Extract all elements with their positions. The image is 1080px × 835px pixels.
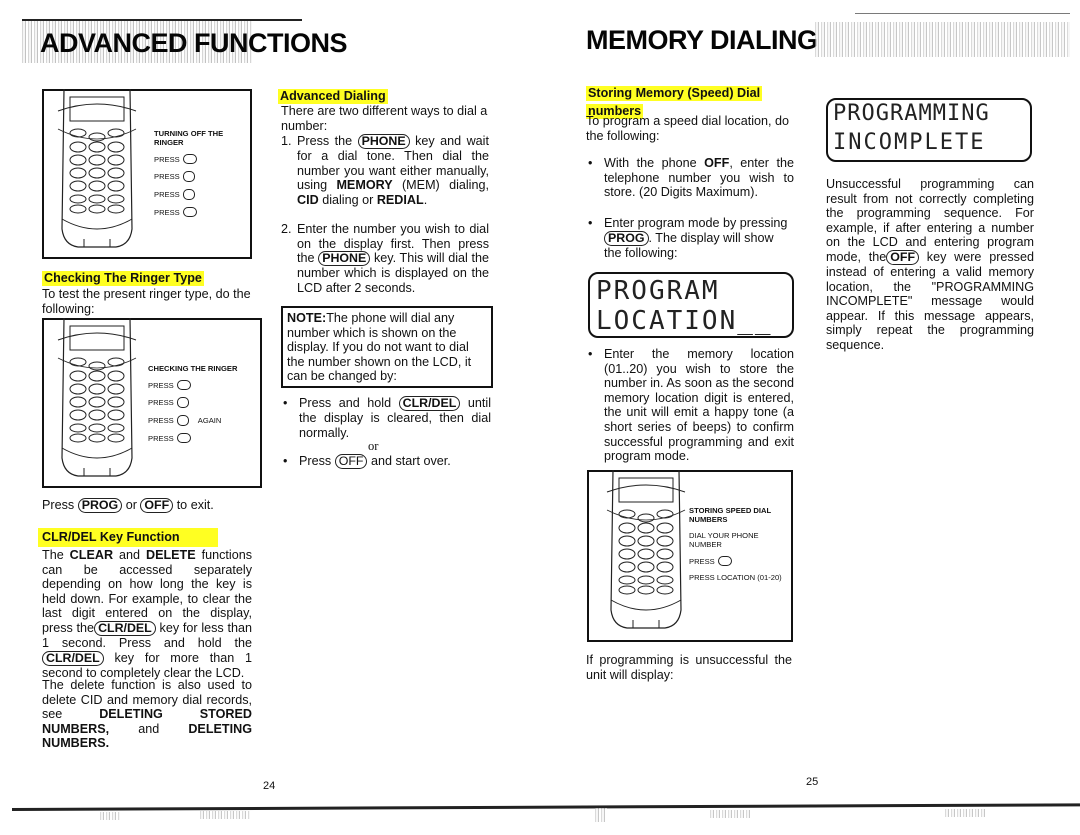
prog-key-icon <box>176 380 191 390</box>
advanced-dialing-item-1: 1. Press the PHONE key and wait for a di… <box>281 134 489 207</box>
cordless-phone-illustration <box>57 318 137 477</box>
phone-key-label: PHONE <box>318 251 371 267</box>
figure-checking-ringer: CHECKING THE RINGER PRESS PRESS PRESS AGA… <box>42 318 262 488</box>
bullet-icon: • <box>283 396 288 410</box>
off-key-icon <box>182 207 197 217</box>
advanced-dialing-intro: There are two different ways to dial a n… <box>281 104 488 133</box>
bullet-icon: • <box>588 156 593 170</box>
storing-step-enter-number: • With the phone OFF, enter the telephon… <box>588 156 794 200</box>
advanced-dialing-item-2: 2. Enter the number you wish to dial on … <box>281 222 489 295</box>
unsuccessful-intro: If programming is unsuccessful the unit … <box>586 653 792 682</box>
cordless-phone-illustration <box>57 89 137 248</box>
bullet-icon: • <box>588 347 593 361</box>
lcd-programming-incomplete: PROGRAMMING INCOMPLETE <box>826 98 1032 162</box>
section-heading-storing-memory: Storing Memory (Speed) Dial <box>586 86 763 101</box>
off-key-icon <box>176 433 191 443</box>
figure-storing-speed-dial: STORING SPEED DIAL NUMBERS DIAL YOUR PHO… <box>587 470 793 642</box>
clr-del-key-label: CLR/DEL <box>398 396 461 411</box>
footer-texture <box>595 808 607 822</box>
figure-step: PRESS <box>154 207 250 217</box>
note-label: NOTE: <box>287 311 327 325</box>
option-clear-display: • Press and hold CLR/DEL until the displ… <box>283 396 491 440</box>
header-texture-right <box>815 22 1070 57</box>
header-rule <box>22 19 302 21</box>
footer-texture <box>200 811 250 819</box>
page-number-left: 24 <box>263 780 276 792</box>
clr-del-key-label: CLR/DEL <box>42 650 104 666</box>
cordless-phone-illustration <box>606 470 686 629</box>
section-heading-advanced-dialing: Advanced Dialing <box>278 89 388 104</box>
bullet-icon: • <box>588 216 593 230</box>
clr-del-paragraph-2: The delete function is also used to dele… <box>42 678 252 751</box>
figure-step: PRESS <box>148 433 262 443</box>
footer-texture <box>945 809 985 817</box>
figure-caption: TURNING OFF THE RINGER <box>154 129 224 147</box>
off-key-label: OFF <box>334 454 368 469</box>
figure-turning-off-ringer: TURNING OFF THE RINGER PRESS PRESS PRESS… <box>42 89 252 259</box>
footer-rule <box>11 803 1080 811</box>
prog-key-label: PROG <box>77 498 123 513</box>
pound-key-icon <box>176 415 189 426</box>
phone-key-label: PHONE <box>357 134 410 149</box>
zero-key-icon <box>182 189 195 200</box>
note-box: NOTE:The phone will dial any number whic… <box>281 306 493 388</box>
lcd-line-1: PROGRAM <box>596 276 720 306</box>
figure-step: PRESS <box>148 380 262 390</box>
figure-step: PRESS <box>154 189 250 200</box>
exit-instruction: Press PROG or OFF to exit. <box>42 498 214 513</box>
figure-caption: STORING SPEED DIAL NUMBERS <box>689 506 771 524</box>
section-heading-checking-ringer: Checking The Ringer Type <box>42 271 204 286</box>
storing-step-location: • Enter the memory location (01..20) you… <box>588 347 794 464</box>
clr-del-paragraph-1: The CLEAR and DELETE functions can be ac… <box>42 548 253 680</box>
storing-intro: To program a speed dial location, do the… <box>586 114 790 143</box>
lcd-program-location: PROGRAM LOCATION__ <box>588 272 794 338</box>
bullet-icon: • <box>283 454 288 468</box>
figure-step: PRESS <box>689 556 789 566</box>
prog-key-icon <box>182 154 197 164</box>
figure-step: DIAL YOUR PHONE NUMBER <box>689 531 759 549</box>
prog-key-icon <box>717 556 732 566</box>
lcd-line-2: LOCATION__ <box>596 306 773 336</box>
pound-key-icon <box>182 171 195 182</box>
prog-key-label: PROG <box>604 230 649 246</box>
figure-step: PRESS <box>154 171 250 182</box>
left-page-title: ADVANCED FUNCTIONS <box>40 28 348 58</box>
footer-texture <box>710 810 750 818</box>
section-heading-clr-del: CLR/DEL Key Function <box>38 528 218 547</box>
clr-del-key-label: CLR/DEL <box>94 620 156 636</box>
figure-step: PRESS <box>154 154 250 164</box>
checking-ringer-intro: To test the present ringer type, do the … <box>42 287 251 316</box>
figure-step: PRESS AGAIN <box>148 415 222 426</box>
pound-key-icon <box>176 397 189 408</box>
footer-texture <box>100 812 120 820</box>
figure-caption: CHECKING THE RINGER <box>148 364 238 373</box>
option-press-off: • Press OFF and start over. <box>283 454 451 469</box>
right-page-title: MEMORY DIALING <box>586 25 818 55</box>
figure-step: PRESS <box>148 397 262 408</box>
page-number-right: 25 <box>806 776 819 788</box>
or-separator: or <box>368 439 379 453</box>
figure-step: PRESS LOCATION (01-20) <box>689 573 782 582</box>
off-key-label: OFF <box>140 498 174 513</box>
header-rule-right <box>855 13 1070 14</box>
lcd-line-2: INCOMPLETE <box>833 130 986 155</box>
unsuccessful-explanation: Unsuccessful programming can result from… <box>826 177 1034 352</box>
off-key-label: OFF <box>886 249 920 265</box>
storing-step-program-mode: • Enter program mode by pressing PROG. T… <box>588 216 788 260</box>
lcd-line-1: PROGRAMMING <box>833 101 990 126</box>
